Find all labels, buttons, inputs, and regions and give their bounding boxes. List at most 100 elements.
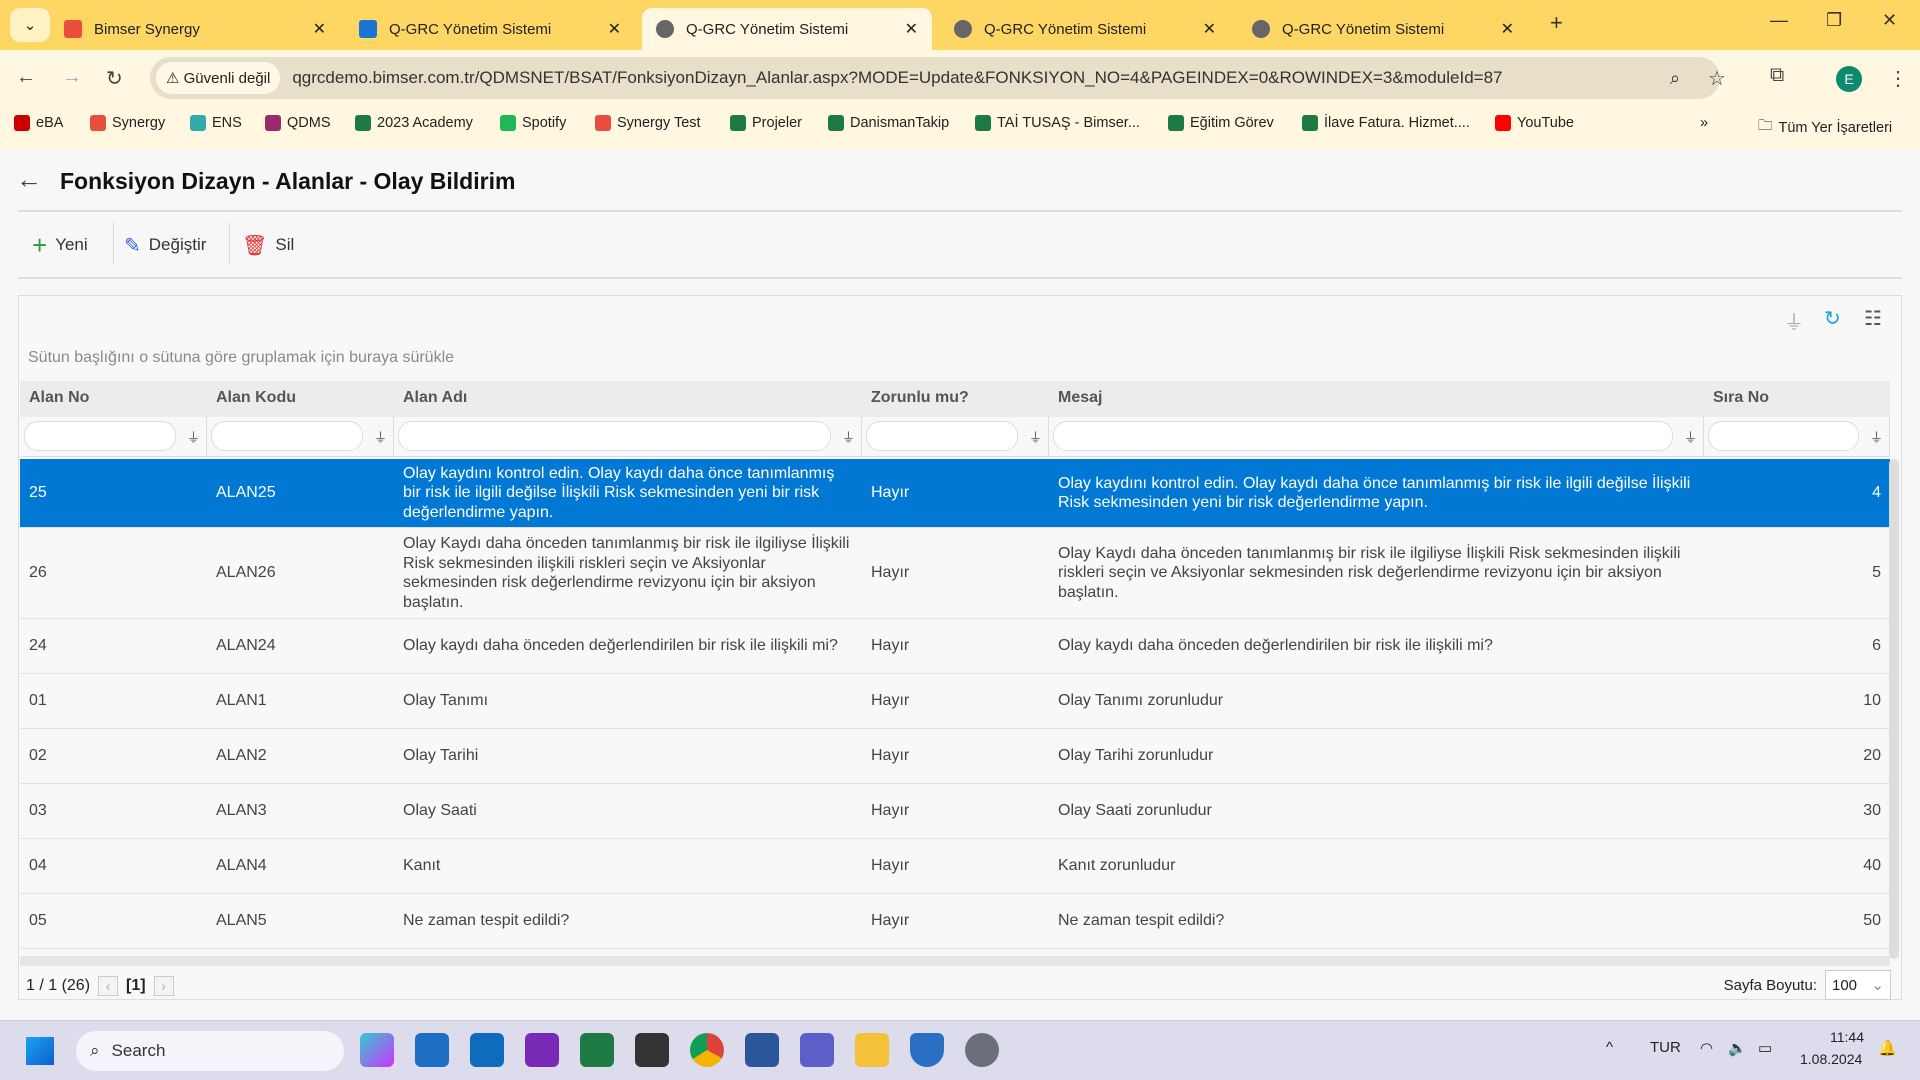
copilot-icon[interactable] bbox=[360, 1033, 394, 1067]
column-header[interactable]: Zorunlu mu? bbox=[862, 381, 1049, 417]
filter-icon[interactable]: ⏚ bbox=[1684, 427, 1697, 446]
horizontal-scrollbar[interactable] bbox=[20, 956, 1890, 966]
all-bookmarks[interactable]: 🗀 Tüm Yer İşaretleri bbox=[1758, 115, 1892, 140]
bookmark[interactable]: İlave Fatura. Hizmet.... bbox=[1302, 115, 1470, 131]
teams-icon[interactable] bbox=[800, 1033, 834, 1067]
chrome-icon[interactable] bbox=[690, 1033, 724, 1067]
table-row[interactable]: 24 ALAN24 Olay kaydı daha önceden değerlen… bbox=[20, 619, 1890, 674]
filter-icon[interactable]: ⏚ bbox=[374, 427, 387, 446]
back-icon[interactable]: ← bbox=[16, 66, 36, 89]
zoom-icon[interactable]: ⌕ bbox=[1670, 68, 1680, 89]
filter-icon[interactable]: ⏚ bbox=[1029, 427, 1042, 446]
clear-filter-icon[interactable]: ⏚ bbox=[1784, 306, 1804, 335]
prev-page-button[interactable]: ‹ bbox=[98, 976, 119, 996]
back-arrow-icon[interactable]: ← bbox=[16, 164, 42, 195]
table-row[interactable]: 04 ALAN4 Kanıt Hayır Kanıt zorunludur 40 bbox=[20, 839, 1890, 894]
close-window-button[interactable]: ✕ bbox=[1882, 10, 1897, 31]
bookmarks-overflow-button[interactable]: » bbox=[1700, 115, 1708, 131]
widgets-icon[interactable] bbox=[415, 1033, 449, 1067]
language-indicator[interactable]: TUR bbox=[1650, 1039, 1681, 1056]
filter-input[interactable] bbox=[1053, 421, 1673, 451]
close-tab-icon[interactable]: ✕ bbox=[608, 19, 621, 39]
outlook-icon[interactable] bbox=[470, 1033, 504, 1067]
wifi-icon[interactable]: ◠ bbox=[1700, 1039, 1713, 1057]
edit-button[interactable]: ✎ Değiştir bbox=[124, 232, 206, 258]
table-row[interactable]: 02 ALAN2 Olay Tarihi Hayır Olay Tarihi zorun… bbox=[20, 729, 1890, 784]
tray-chevron-icon[interactable]: ^ bbox=[1606, 1039, 1613, 1056]
column-settings-icon[interactable]: ☷ bbox=[1864, 306, 1882, 331]
url-text[interactable]: qgrcdemo.bimser.com.tr/QDMSNET/BSAT/Fonk… bbox=[292, 68, 1502, 88]
table-row[interactable]: 03 ALAN3 Olay Saati Hayır Olay Saati zorunlu… bbox=[20, 784, 1890, 839]
tab[interactable]: Q-GRC Yönetim Sistemi ✕ bbox=[345, 8, 635, 50]
close-tab-icon[interactable]: ✕ bbox=[1501, 19, 1514, 39]
notification-bell-icon[interactable]: 🔔 bbox=[1878, 1039, 1897, 1057]
next-page-button[interactable]: › bbox=[153, 976, 174, 996]
clock-time[interactable]: 11:44 bbox=[1830, 1029, 1864, 1045]
bookmark[interactable]: Synergy bbox=[90, 115, 165, 131]
page-size-select[interactable]: 100 ⌄ bbox=[1825, 970, 1891, 1000]
battery-icon[interactable]: ▭ bbox=[1758, 1039, 1772, 1057]
bookmark[interactable]: Synergy Test bbox=[595, 115, 701, 131]
table-row[interactable]: 01 ALAN1 Olay Tanımı Hayır Olay Tanımı zorun… bbox=[20, 674, 1890, 729]
bookmark[interactable]: QDMS bbox=[265, 115, 331, 131]
bookmark[interactable]: Spotify bbox=[500, 115, 566, 131]
sticky-notes-icon[interactable] bbox=[635, 1033, 669, 1067]
column-header[interactable]: Sıra No bbox=[1704, 381, 1890, 417]
settings-icon[interactable] bbox=[965, 1033, 999, 1067]
filter-input[interactable] bbox=[1708, 421, 1859, 451]
bookmark[interactable]: YouTube bbox=[1495, 115, 1574, 131]
clock-date[interactable]: 1.08.2024 bbox=[1800, 1051, 1862, 1067]
onenote-icon[interactable] bbox=[525, 1033, 559, 1067]
bookmark[interactable]: DanismanTakip bbox=[828, 115, 949, 131]
filter-icon[interactable]: ⏚ bbox=[842, 427, 855, 446]
vertical-scrollbar[interactable] bbox=[1889, 459, 1899, 959]
bookmark[interactable]: 2023 Academy bbox=[355, 115, 473, 131]
filter-input[interactable] bbox=[211, 421, 363, 451]
tab[interactable]: Q-GRC Yönetim Sistemi ✕ bbox=[940, 8, 1230, 50]
filter-icon[interactable]: ⏚ bbox=[1870, 427, 1883, 446]
column-header[interactable]: Alan Adı bbox=[394, 381, 862, 417]
bookmark[interactable]: TAİ TUSAŞ - Bimser... bbox=[975, 115, 1140, 131]
extensions-icon[interactable]: ⧉ bbox=[1770, 64, 1784, 87]
refresh-icon[interactable]: ↻ bbox=[1824, 306, 1841, 331]
minimize-button[interactable]: — bbox=[1770, 10, 1788, 31]
restore-button[interactable]: ❐ bbox=[1826, 10, 1842, 31]
omnibox[interactable]: ⚠ Güvenli değil qgrcdemo.bimser.com.tr/Q… bbox=[150, 57, 1726, 99]
column-header[interactable]: Mesaj bbox=[1049, 381, 1704, 417]
tab-search-button[interactable]: ⌄ bbox=[10, 8, 50, 42]
volume-icon[interactable]: 🔈 bbox=[1728, 1039, 1747, 1057]
bookmark[interactable]: Eğitim Görev bbox=[1168, 115, 1274, 131]
bookmark[interactable]: Projeler bbox=[730, 115, 802, 131]
tab[interactable]: Bimser Synergy ✕ bbox=[50, 8, 340, 50]
security-app-icon[interactable] bbox=[910, 1033, 944, 1067]
bookmark[interactable]: eBA bbox=[14, 115, 63, 131]
tab[interactable]: Q-GRC Yönetim Sistemi ✕ bbox=[1238, 8, 1528, 50]
security-chip[interactable]: ⚠ Güvenli değil bbox=[156, 62, 281, 94]
reload-icon[interactable]: ↻ bbox=[106, 66, 123, 91]
tab[interactable]: Q-GRC Yönetim Sistemi ✕ bbox=[642, 8, 932, 50]
group-panel-hint[interactable]: Sütun başlığını o sütuna göre gruplamak … bbox=[28, 349, 454, 367]
excel-icon[interactable] bbox=[580, 1033, 614, 1067]
start-icon[interactable] bbox=[26, 1037, 54, 1065]
new-tab-button[interactable]: + bbox=[1550, 10, 1563, 36]
forward-icon[interactable]: → bbox=[62, 66, 82, 89]
close-tab-icon[interactable]: ✕ bbox=[905, 19, 918, 39]
filter-icon[interactable]: ⏚ bbox=[187, 427, 200, 446]
table-row[interactable]: 25 ALAN25 Olay kaydını kontrol edin. Olay … bbox=[20, 459, 1890, 528]
table-row[interactable]: 26 ALAN26 Olay Kaydı daha önceden tanımlan… bbox=[20, 528, 1890, 619]
table-row[interactable]: 05 ALAN5 Ne zaman tespit edildi? Hayır Ne za… bbox=[20, 894, 1890, 949]
close-tab-icon[interactable]: ✕ bbox=[313, 19, 326, 39]
menu-icon[interactable]: ⋮ bbox=[1888, 66, 1908, 91]
filter-input[interactable] bbox=[398, 421, 831, 451]
filter-input[interactable] bbox=[866, 421, 1018, 451]
bookmark[interactable]: ENS bbox=[190, 115, 242, 131]
star-icon[interactable]: ☆ bbox=[1708, 66, 1726, 91]
word-icon[interactable] bbox=[745, 1033, 779, 1067]
new-button[interactable]: + Yeni bbox=[32, 230, 88, 260]
close-tab-icon[interactable]: ✕ bbox=[1203, 19, 1216, 39]
delete-button[interactable]: 🗑 Sil bbox=[242, 232, 294, 258]
taskbar-search[interactable]: ⌕ Search bbox=[76, 1031, 344, 1071]
column-header[interactable]: Alan No bbox=[20, 381, 207, 417]
file-explorer-icon[interactable] bbox=[855, 1033, 889, 1067]
filter-input[interactable] bbox=[24, 421, 176, 451]
